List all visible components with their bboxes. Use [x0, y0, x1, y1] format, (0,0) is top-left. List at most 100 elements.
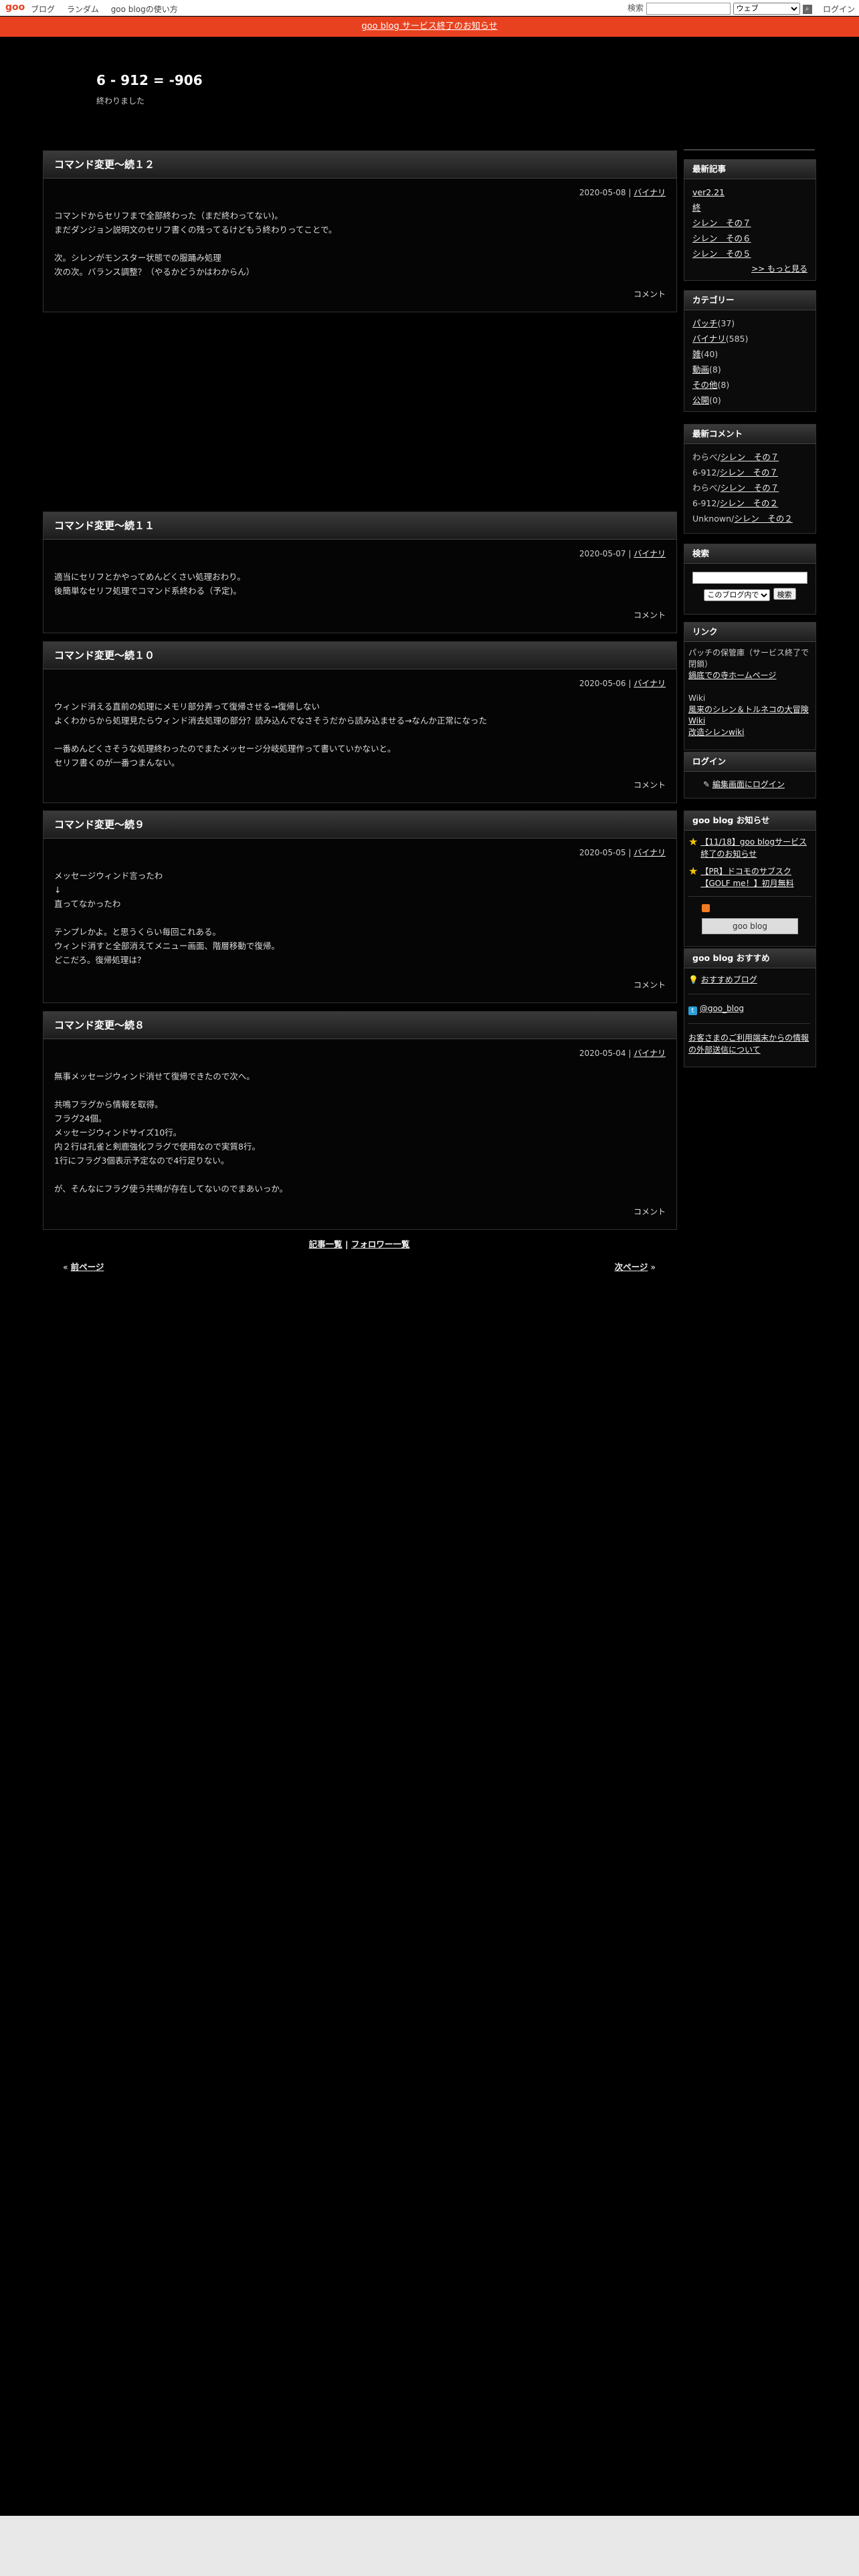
search-icon[interactable]: ⌕	[802, 5, 812, 14]
category-count: (585)	[725, 334, 749, 344]
search-input[interactable]	[646, 3, 731, 15]
entry-date: 2020-05-04	[579, 1049, 626, 1058]
sidebar-heading: 検索	[684, 544, 816, 564]
goo-blog-button[interactable]: goo blog	[702, 918, 798, 934]
sidebar-heading: goo blog お知らせ	[684, 811, 816, 831]
entry-comment-link[interactable]: コメント	[634, 979, 666, 990]
top-login-link[interactable]: ログイン	[823, 3, 855, 15]
entry-date: 2020-05-08	[579, 188, 626, 197]
search-scope-select[interactable]: ウェブ	[733, 3, 800, 15]
link-list: パッチの保管庫（サービス終了で閉鎖） 鍋底での寺ホームページ Wiki 風来のシ…	[684, 642, 816, 738]
entry-category[interactable]: バイナリ	[634, 188, 666, 197]
recommend-link[interactable]: おすすめブログ	[701, 975, 757, 984]
sidebar-heading: ログイン	[684, 752, 816, 772]
entry-title[interactable]: コマンド変更〜続１０	[43, 642, 676, 669]
entry-comment-link[interactable]: コメント	[634, 288, 666, 300]
edit-login-link[interactable]: 編集画面にログイン	[712, 780, 785, 789]
sidebar-goo-notice: goo blog お知らせ ★ 【11/18】goo blogサービス終了のお知ら…	[684, 811, 816, 947]
header-divider	[684, 149, 815, 150]
comment-post-link[interactable]: シレン その２	[734, 514, 793, 524]
entry-body: コマンドからセリフまで全部終わった（まだ終わってない)。 まだダンジョン説明文の…	[54, 211, 337, 277]
comment-post-link[interactable]: シレン その７	[721, 452, 779, 462]
prev-page-link[interactable]: 前ページ	[71, 1262, 104, 1272]
sidebar-login: ログイン ✎ 編集画面にログイン	[684, 752, 816, 798]
nav-howto[interactable]: goo blogの使い方	[111, 5, 178, 14]
entry-category[interactable]: バイナリ	[634, 679, 666, 688]
sidebar-heading: goo blog おすすめ	[684, 949, 816, 968]
notice-link[interactable]: 【11/18】goo blogサービス終了のお知らせ	[700, 836, 812, 860]
external-link[interactable]: 鍋底での寺ホームページ	[688, 671, 776, 680]
entry: コマンド変更〜続８ 2020-05-04 | バイナリ 無事メッセージウィンド消…	[43, 1011, 677, 1230]
comment-author: 6-912/	[692, 467, 720, 477]
comment-post-link[interactable]: シレン その７	[721, 483, 779, 493]
nav-blog[interactable]: ブログ	[31, 5, 55, 14]
link-separator: |	[342, 1239, 351, 1249]
recent-item[interactable]: シレン その６	[692, 233, 751, 243]
goo-logo[interactable]: goo	[5, 2, 25, 13]
comment-post-link[interactable]: シレン その７	[720, 467, 779, 477]
sidebar-categories: カテゴリー パッチ(37) バイナリ(585) 雑(40) 動画(8) その他(…	[684, 290, 816, 412]
external-link[interactable]: 風来のシレン＆トルネコの大冒険 Wiki	[688, 705, 809, 726]
comment-author: Unknown/	[692, 514, 735, 524]
category-link[interactable]: バイナリ	[692, 334, 726, 344]
entry-title[interactable]: コマンド変更〜続９	[43, 811, 676, 839]
more-link[interactable]: >> もっと見る	[751, 264, 807, 274]
top-bar: goo ブログ ランダム goo blogの使い方 検索 ウェブ ⌕ ログイン	[0, 0, 859, 16]
entry-comment-link[interactable]: コメント	[634, 779, 666, 790]
follower-list-link[interactable]: フォロワー一覧	[351, 1239, 410, 1249]
rss-icon[interactable]	[702, 904, 710, 912]
blog-description: 終わりました	[96, 96, 145, 106]
category-count: (8)	[717, 380, 730, 390]
sidebar-heading: カテゴリー	[684, 291, 816, 310]
bulb-icon: 💡	[688, 975, 698, 984]
blog-title[interactable]: 6 - 912 = -906	[96, 72, 203, 88]
external-transmission-link[interactable]: お客さまのご利用端末からの情報の外部送信について	[688, 1033, 809, 1055]
nav-random[interactable]: ランダム	[67, 5, 99, 14]
entry-category[interactable]: バイナリ	[634, 848, 666, 857]
entry-category[interactable]: バイナリ	[634, 549, 666, 558]
pager-prev: « 前ページ	[63, 1260, 104, 1273]
entry-meta: 2020-05-06 | バイナリ	[579, 679, 666, 688]
category-count: (0)	[709, 395, 721, 405]
blog-search-input[interactable]	[692, 572, 807, 584]
blog-search-scope[interactable]: このブログ内で	[704, 589, 771, 601]
recent-item[interactable]: シレン その７	[692, 218, 751, 228]
entry-meta: 2020-05-04 | バイナリ	[579, 1049, 666, 1058]
recent-list: ver2.21 終 シレン その７ シレン その６ シレン その５ >> もっと…	[684, 179, 816, 277]
comment-author: 6-912/	[692, 498, 720, 508]
pencil-icon: ✎	[703, 780, 710, 789]
top-search: 検索 ウェブ ⌕	[628, 2, 812, 15]
twitter-link[interactable]: @goo_blog	[700, 1004, 744, 1013]
category-link[interactable]: 動画	[692, 364, 709, 374]
article-list-link[interactable]: 記事一覧	[309, 1239, 343, 1249]
entry-category[interactable]: バイナリ	[634, 1049, 666, 1058]
recent-item[interactable]: 終	[692, 203, 701, 213]
comment-post-link[interactable]: シレン その２	[720, 498, 779, 508]
next-page-link[interactable]: 次ページ	[615, 1262, 648, 1272]
service-end-notice-link[interactable]: goo blog サービス終了のお知らせ	[361, 21, 497, 31]
entry-body: ウィンド消える直前の処理にメモリ部分弄って復帰させる→復帰しない よくわからから…	[54, 702, 487, 768]
entry-body: メッセージウィンド言ったわ ↓ 直ってなかったわ テンプレかよ。と思うくらい毎回…	[54, 871, 280, 965]
recent-item[interactable]: ver2.21	[692, 187, 725, 197]
notice-link[interactable]: 【PR】ドコモのサブスク【GOLF me！】初月無料	[700, 865, 812, 889]
service-notice-bar: goo blog サービス終了のお知らせ	[0, 17, 859, 37]
recommend-list: 💡 おすすめブログ t @goo_blog お客さまのご利用端末からの情報の外部…	[684, 968, 816, 1056]
comment-list: わらべ/シレン その７ 6-912/シレン その７ わらべ/シレン その７ 6-…	[684, 444, 816, 526]
category-link[interactable]: 公開	[692, 395, 709, 405]
external-link[interactable]: 改造シレンwiki	[688, 728, 744, 737]
entry-title[interactable]: コマンド変更〜続１１	[43, 512, 676, 540]
entry-comment-link[interactable]: コメント	[634, 609, 666, 621]
category-link[interactable]: その他	[692, 380, 718, 390]
category-link[interactable]: 雑	[692, 349, 701, 359]
category-link[interactable]: パッチ	[692, 318, 718, 328]
entry: コマンド変更〜続１０ 2020-05-06 | バイナリ ウィンド消える直前の処…	[43, 641, 677, 803]
category-count: (8)	[709, 364, 721, 374]
sidebar-recommend: goo blog おすすめ 💡 おすすめブログ t @goo_blog お客さま…	[684, 948, 816, 1067]
entry-title[interactable]: コマンド変更〜続１２	[43, 151, 676, 179]
entry-body: 無事メッセージウィンド消せて復帰できたので次へ。 共鳴フラグから情報を取得。 フ…	[54, 1071, 288, 1194]
entry-comment-link[interactable]: コメント	[634, 1206, 666, 1217]
next-arrow: »	[650, 1262, 656, 1272]
entry-title[interactable]: コマンド変更〜続８	[43, 1012, 676, 1039]
blog-search-button[interactable]: 検索	[773, 588, 796, 600]
recent-item[interactable]: シレン その５	[692, 249, 751, 259]
